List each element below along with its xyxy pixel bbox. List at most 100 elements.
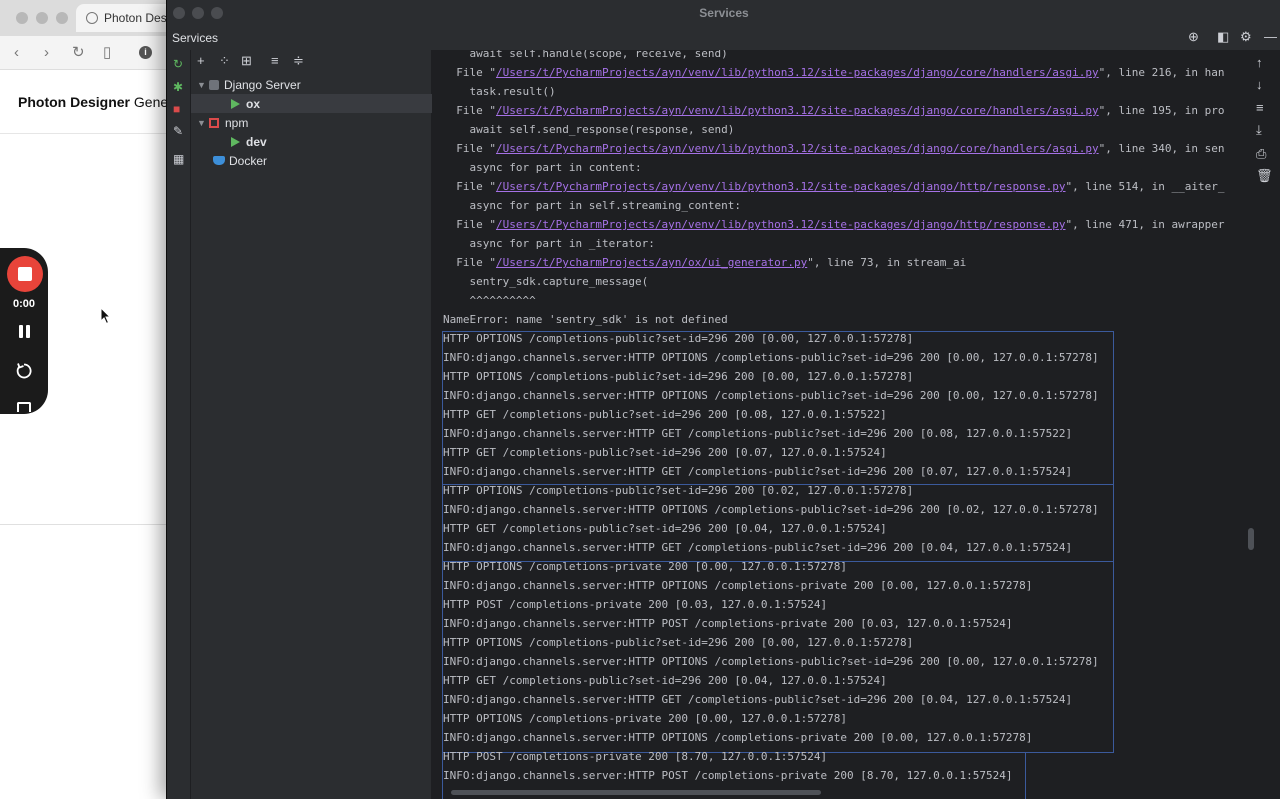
tree-item-django-server[interactable]: ▼ Django Server: [191, 75, 432, 94]
file-path-link[interactable]: /Users/t/PycharmProjects/ayn/venv/lib/py…: [496, 218, 1066, 231]
trash-icon[interactable]: [17, 402, 31, 412]
file-path-link[interactable]: /Users/t/PycharmProjects/ayn/venv/lib/py…: [496, 142, 1099, 155]
expand-all-icon[interactable]: ≡: [271, 54, 279, 68]
traceback-line: File "/Users/t/PycharmProjects/ayn/ox/ui…: [443, 253, 966, 272]
traceback-text: sentry_sdk.capture_message(: [443, 275, 649, 288]
traceback-line: await self.handle(scope, receive, send): [443, 50, 728, 63]
log-line: HTTP OPTIONS /completions-private 200 [0…: [443, 712, 847, 725]
traceback-line: File "/Users/t/PycharmProjects/ayn/venv/…: [443, 215, 1224, 234]
django-icon: [209, 79, 219, 90]
traceback-text: ^^^^^^^^^^: [443, 294, 536, 307]
rerun-icon[interactable]: ↻: [173, 58, 183, 70]
traceback-line: File "/Users/t/PycharmProjects/ayn/venv/…: [443, 63, 1224, 82]
vertical-scrollbar[interactable]: [1248, 528, 1254, 550]
log-line: HTTP OPTIONS /completions-public?set-id=…: [443, 636, 914, 649]
docker-icon: [213, 156, 225, 165]
trash-icon[interactable]: 🗑: [1256, 169, 1273, 183]
log-line: INFO:django.channels.server:HTTP OPTIONS…: [443, 579, 1033, 592]
forward-icon[interactable]: ›: [44, 44, 49, 62]
stop-icon[interactable]: ■: [173, 103, 180, 115]
running-icon: [231, 98, 240, 109]
traceback-text: await self.handle(scope, receive, send): [443, 50, 728, 60]
file-path-link[interactable]: /Users/t/PycharmProjects/ayn/ox/ui_gener…: [496, 256, 807, 269]
tree-item-npm[interactable]: ▼ npm: [191, 113, 432, 132]
new-tab-icon[interactable]: ⊞: [241, 54, 252, 68]
traceback-text: task.result(): [443, 85, 556, 98]
services-action-strip: ↻ ✱ ■ ✎ ▦: [167, 50, 191, 799]
arrow-up-icon[interactable]: ↑: [1256, 56, 1263, 70]
add-service-icon[interactable]: +: [197, 54, 205, 68]
traceback-line: File "/Users/t/PycharmProjects/ayn/venv/…: [443, 139, 1224, 158]
collapse-all-icon[interactable]: ≑: [293, 54, 304, 68]
traceback-text: File ": [443, 104, 496, 117]
log-line: HTTP GET /completions-public?set-id=296 …: [443, 674, 887, 687]
log-line: HTTP OPTIONS /completions-public?set-id=…: [443, 370, 914, 383]
back-icon[interactable]: ‹: [14, 44, 19, 62]
minimize-window-button[interactable]: [36, 12, 48, 24]
layout-grid-icon[interactable]: ▦: [173, 153, 184, 165]
traceback-text: ", line 514, in __aiter_: [1065, 180, 1225, 193]
window-title: Services: [699, 6, 749, 20]
traceback-line: sentry_sdk.capture_message(: [443, 272, 648, 291]
traceback-text: async for part in _iterator:: [443, 237, 655, 250]
globe-icon: [86, 12, 98, 24]
file-path-link[interactable]: /Users/t/PycharmProjects/ayn/venv/lib/py…: [496, 66, 1099, 79]
group-services-icon[interactable]: ⁘: [219, 54, 230, 68]
log-line: INFO:django.channels.server:HTTP GET /co…: [443, 541, 1073, 554]
ide-titlebar: Services: [167, 0, 1280, 26]
bookmark-icon[interactable]: ▯: [103, 44, 111, 62]
tree-item-dev[interactable]: dev: [191, 132, 432, 151]
tree-item-docker[interactable]: Docker: [191, 151, 432, 170]
log-line: INFO:django.channels.server:HTTP GET /co…: [443, 465, 1073, 478]
scroll-to-end-icon[interactable]: ⤓: [1256, 123, 1262, 137]
traceback-text: NameError: name 'sentry_sdk' is not defi…: [443, 313, 728, 326]
tree-item-label: ox: [246, 96, 261, 111]
restart-icon[interactable]: [15, 362, 33, 380]
traceback-text: File ": [443, 66, 496, 79]
traceback-text: File ": [443, 256, 496, 269]
tree-item-label: dev: [246, 134, 267, 149]
log-line: INFO:django.channels.server:HTTP POST /c…: [443, 617, 1013, 630]
log-line: INFO:django.channels.server:HTTP GET /co…: [443, 427, 1073, 440]
gear-icon[interactable]: ⚙: [1240, 30, 1252, 44]
wrench-icon[interactable]: ✎: [173, 125, 183, 137]
tree-item-ox[interactable]: ox: [191, 94, 432, 113]
reload-icon[interactable]: ↻: [72, 44, 85, 62]
site-info-icon[interactable]: i: [139, 46, 152, 59]
services-panel-label: Services: [172, 31, 219, 45]
traceback-line: task.result(): [443, 82, 556, 101]
log-line: INFO:django.channels.server:HTTP POST /c…: [443, 769, 1013, 782]
site-title: Photon Designer Gene: [18, 94, 168, 110]
stop-recording-button[interactable]: [7, 256, 43, 292]
services-tree: + ⁘ ⊞ ≡ ≑ ▼ Django Server ox ▼ npm dev D…: [191, 50, 432, 799]
layout-icon[interactable]: ◧: [1217, 30, 1229, 44]
file-path-link[interactable]: /Users/t/PycharmProjects/ayn/venv/lib/py…: [496, 180, 1066, 193]
close-window-button[interactable]: [16, 12, 28, 24]
minimize-panel-icon[interactable]: —: [1264, 30, 1277, 44]
running-icon: [231, 136, 240, 147]
debug-icon[interactable]: ✱: [173, 81, 183, 93]
chevron-down-icon[interactable]: ▼: [197, 80, 209, 90]
site-title-rest: Gene: [130, 94, 169, 110]
traceback-text: ", line 195, in pro: [1098, 104, 1225, 117]
log-line: HTTP OPTIONS /completions-public?set-id=…: [443, 484, 914, 497]
soft-wrap-icon[interactable]: ≡: [1256, 101, 1264, 115]
recording-time: 0:00: [12, 298, 36, 310]
log-line: HTTP OPTIONS /completions-public?set-id=…: [443, 332, 914, 345]
services-header: Services ⊕ ◧ ⚙ —: [167, 26, 1280, 50]
traceback-text: ", line 471, in awrapper: [1065, 218, 1225, 231]
arrow-down-icon[interactable]: ↓: [1256, 78, 1263, 92]
crosshair-icon[interactable]: ⊕: [1188, 30, 1199, 44]
file-path-link[interactable]: /Users/t/PycharmProjects/ayn/venv/lib/py…: [496, 104, 1099, 117]
mouse-cursor-icon: [100, 307, 112, 325]
maximize-window-button[interactable]: [56, 12, 68, 24]
print-icon[interactable]: ⎙: [1256, 147, 1266, 161]
traceback-line: async for part in _iterator:: [443, 234, 655, 253]
console-output[interactable]: await self.handle(scope, receive, send) …: [433, 50, 1245, 799]
horizontal-scrollbar[interactable]: [451, 790, 821, 795]
log-line: INFO:django.channels.server:HTTP OPTIONS…: [443, 351, 1099, 364]
pause-icon[interactable]: [19, 325, 31, 338]
tree-item-label: Docker: [229, 153, 268, 168]
console-toolbar: ↑ ↓ ≡ ⤓ ⎙ 🗑: [1245, 50, 1280, 799]
chevron-down-icon[interactable]: ▼: [197, 118, 209, 128]
